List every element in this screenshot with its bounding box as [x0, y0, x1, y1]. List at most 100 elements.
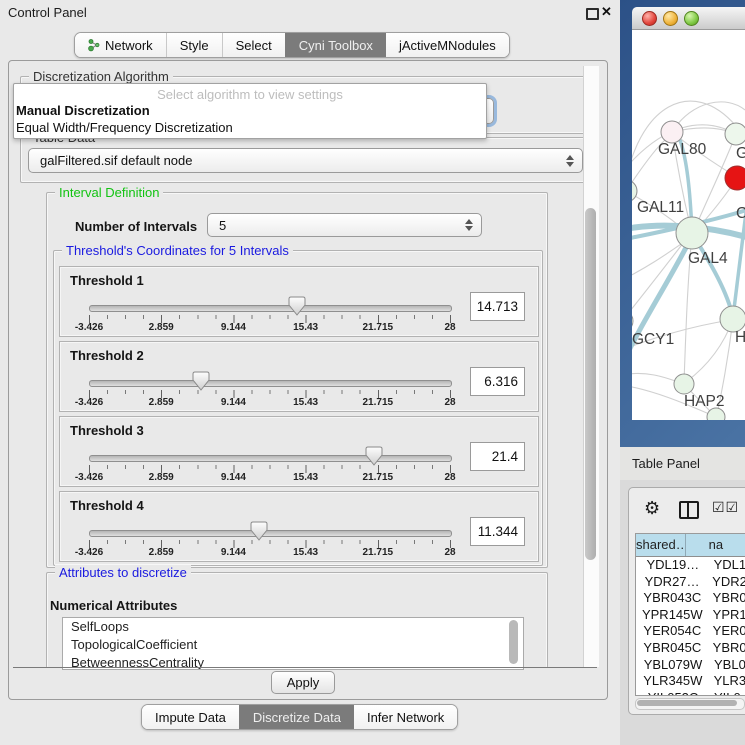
threshold-4-row: Threshold 4 -3.426 2.859 9.144 15.43 21.…: [59, 491, 539, 562]
numerical-attributes-label: Numerical Attributes: [50, 598, 177, 613]
discretization-algorithm-title: Discretization Algorithm: [29, 69, 173, 84]
node-label-partial-g: G: [736, 145, 745, 162]
control-panel-titlebar: Control Panel ✕: [0, 0, 618, 26]
node-gcy1[interactable]: [632, 310, 633, 332]
tab-network-label: Network: [105, 38, 153, 53]
node-gal4[interactable]: [676, 217, 708, 249]
screen: Control Panel ✕ Network Style Select Cyn…: [0, 0, 745, 745]
table-panel-header: Table Panel: [620, 447, 745, 480]
tab-style[interactable]: Style: [166, 33, 222, 57]
threshold-1-label: Threshold 1: [70, 273, 144, 288]
table-row[interactable]: YPR145WYPR1: [636, 607, 745, 624]
numerical-attributes-list[interactable]: SelfLoops TopologicalCoefficient Between…: [62, 617, 524, 670]
viewport-bottom-edge: [13, 667, 597, 668]
control-panel-title: Control Panel: [8, 5, 87, 20]
table-row[interactable]: YBR045CYBR0: [636, 640, 745, 657]
slider-track[interactable]: [89, 305, 452, 312]
table-row[interactable]: YBR043CYBR0: [636, 590, 745, 607]
node-label-partial-h: H: [735, 329, 745, 346]
tab-infer-network[interactable]: Infer Network: [354, 705, 457, 729]
table-hscrollbar-track[interactable]: [635, 698, 745, 710]
table-row[interactable]: YBL079WYBL0: [636, 657, 745, 674]
slider-thumb[interactable]: [365, 446, 383, 466]
gear-icon[interactable]: ⚙: [644, 498, 660, 519]
algorithm-placeholder: Select algorithm to view settings: [14, 84, 486, 102]
table-header-row: shared… na: [636, 534, 745, 557]
slider-track[interactable]: [89, 380, 452, 387]
algorithm-dropdown-popup: Select algorithm to view settings Manual…: [13, 83, 487, 139]
column-header-name[interactable]: na: [686, 534, 745, 556]
table-row[interactable]: YER054CYER0: [636, 623, 745, 640]
tab-select[interactable]: Select: [222, 33, 285, 57]
tab-cyni-toolbox[interactable]: Cyni Toolbox: [285, 33, 386, 57]
table-row[interactable]: YDL19…YDL1: [636, 557, 745, 574]
threshold-1-value-field[interactable]: 14.713: [470, 292, 525, 321]
node-label-gal11: GAL11: [637, 199, 684, 216]
control-panel-tabbar: Network Style Select Cyni Toolbox jActiv…: [74, 32, 510, 58]
list-item[interactable]: TopologicalCoefficient: [63, 636, 523, 654]
node-label-partial-c: C: [736, 205, 745, 222]
number-of-intervals-combobox[interactable]: 5: [207, 213, 482, 237]
node-label-gcy1: GCY1: [632, 331, 674, 348]
popup-option-manual-discretization[interactable]: Manual Discretization: [14, 102, 486, 119]
tab-jactivemnodules[interactable]: jActiveMNodules: [386, 33, 509, 57]
number-of-intervals-label: Number of Intervals: [75, 219, 197, 234]
network-icon: [88, 38, 100, 52]
cyni-bottom-tabbar: Impute Data Discretize Data Infer Networ…: [141, 704, 458, 730]
node-upper-right[interactable]: [725, 123, 745, 145]
slider-major-ticks: [89, 390, 451, 398]
popup-option-equal-width[interactable]: Equal Width/Frequency Discretization: [14, 119, 486, 136]
tab-impute-data[interactable]: Impute Data: [142, 705, 239, 729]
slider-track[interactable]: [89, 530, 452, 537]
node-gal80[interactable]: [661, 121, 683, 143]
network-window-titlebar[interactable]: [632, 7, 745, 30]
combo-stepper-icon: [465, 219, 472, 231]
close-icon[interactable]: ✕: [601, 4, 612, 20]
network-view-canvas[interactable]: GAL80 GAL11 GAL4 GCY1 HAP2 G C H: [632, 30, 745, 420]
apply-button[interactable]: Apply: [271, 671, 335, 694]
threshold-3-slider[interactable]: -3.426 2.859 9.144 15.43 21.715 28: [89, 449, 450, 485]
slider-major-ticks: [89, 315, 451, 323]
minimize-traffic-light[interactable]: [663, 11, 678, 26]
table-row[interactable]: YDR27…YDR2: [636, 574, 745, 591]
list-item[interactable]: SelfLoops: [63, 618, 523, 636]
close-traffic-light[interactable]: [642, 11, 657, 26]
node-highlighted-red[interactable]: [725, 166, 745, 190]
threshold-1-slider[interactable]: -3.426 2.859 9.144 15.43 21.715 28: [89, 299, 450, 335]
slider-thumb[interactable]: [288, 296, 306, 316]
slider-thumb[interactable]: [250, 521, 268, 541]
slider-major-ticks: [89, 465, 451, 473]
slider-thumb[interactable]: [192, 371, 210, 391]
slider-track[interactable]: [89, 455, 452, 462]
threshold-3-row: Threshold 3 -3.426 2.859 9.144 15.43 21.…: [59, 416, 539, 487]
zoom-traffic-light[interactable]: [684, 11, 699, 26]
table-hscrollbar-thumb[interactable]: [637, 700, 737, 706]
tab-discretize-data[interactable]: Discretize Data: [239, 705, 354, 729]
threshold-3-value-field[interactable]: 21.4: [470, 442, 525, 471]
threshold-4-slider[interactable]: -3.426 2.859 9.144 15.43 21.715 28: [89, 524, 450, 560]
threshold-1-row: Threshold 1 -3.426 2.859 9.144 15.43 21.…: [59, 266, 539, 337]
select-columns-icon[interactable]: ☑☑: [712, 500, 739, 516]
table-panel-title: Table Panel: [632, 456, 700, 471]
node-label-gal4: GAL4: [688, 250, 728, 267]
float-window-icon[interactable]: [586, 8, 599, 20]
combo-stepper-icon: [566, 155, 573, 167]
threshold-2-row: Threshold 2 -3.426 2.859 9.144 15.43 21.…: [59, 341, 539, 412]
node-label-hap2: HAP2: [684, 393, 725, 410]
threshold-2-slider[interactable]: -3.426 2.859 9.144 15.43 21.715 28: [89, 374, 450, 410]
tab-network[interactable]: Network: [75, 33, 166, 57]
threshold-2-label: Threshold 2: [70, 348, 144, 363]
panel-scrollbar-thumb[interactable]: [585, 208, 596, 560]
column-header-shared-name[interactable]: shared…: [636, 534, 686, 556]
table-row[interactable]: YIL052CYIL0: [636, 690, 745, 696]
split-columns-icon[interactable]: [679, 501, 699, 519]
node-hap2[interactable]: [674, 374, 694, 394]
threshold-4-value-field[interactable]: 11.344: [470, 517, 525, 546]
threshold-2-value-field[interactable]: 6.316: [470, 367, 525, 396]
list-scrollbar[interactable]: [509, 620, 518, 664]
threshold-4-label: Threshold 4: [70, 498, 144, 513]
node-label-gal80: GAL80: [658, 141, 707, 158]
table-data-combobox[interactable]: galFiltered.sif default node: [28, 148, 583, 173]
node-table[interactable]: shared… na YDL19…YDL1 YDR27…YDR2 YBR043C…: [635, 533, 745, 696]
table-row[interactable]: YLR345WYLR3: [636, 673, 745, 690]
